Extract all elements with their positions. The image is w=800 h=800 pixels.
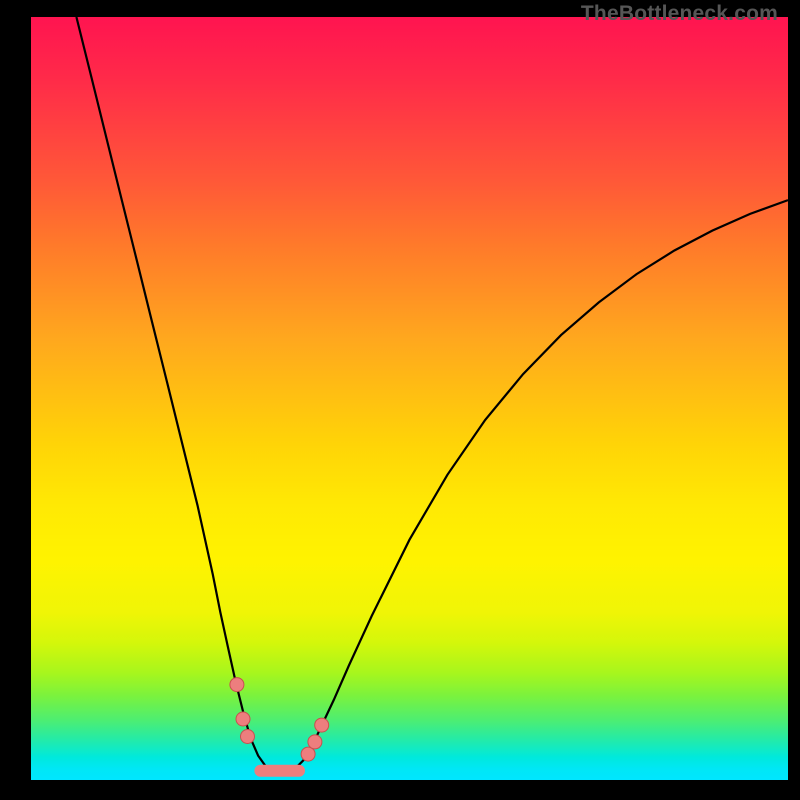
optimal-marker [301, 747, 315, 761]
optimal-marker [241, 730, 255, 744]
bottleneck-plot [31, 0, 788, 780]
watermark-text: TheBottleneck.com [581, 2, 778, 26]
optimal-marker [230, 678, 244, 692]
chart-area: TheBottleneck.com [31, 0, 788, 780]
optimal-marker [315, 718, 329, 732]
optimal-range-markers [230, 678, 329, 762]
bottleneck-curve [76, 17, 788, 772]
optimal-marker [236, 712, 250, 726]
optimal-marker [308, 735, 322, 749]
